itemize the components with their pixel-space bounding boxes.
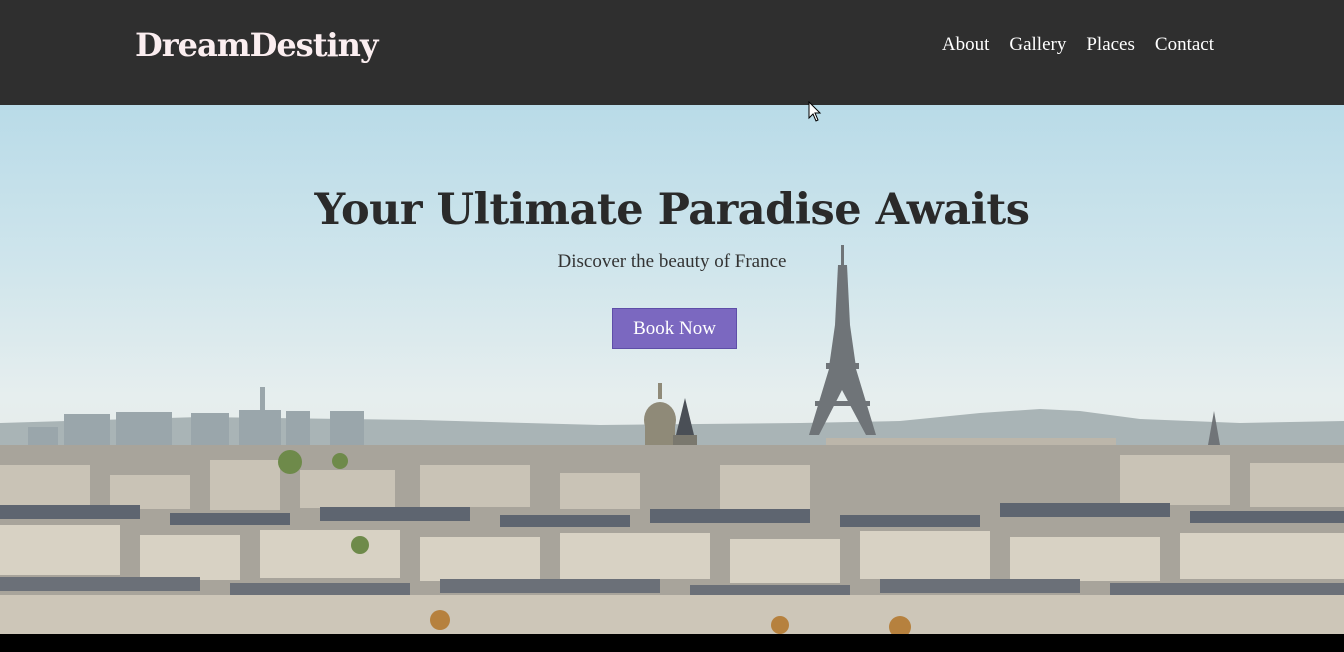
nav-about[interactable]: About: [942, 34, 990, 56]
eiffel-tower-illustration: [809, 245, 876, 435]
nav-gallery[interactable]: Gallery: [1009, 34, 1066, 56]
hero-title: Your Ultimate Paradise Awaits: [314, 185, 1030, 235]
cursor-icon: [808, 101, 822, 122]
nav-contact[interactable]: Contact: [1155, 34, 1214, 56]
book-now-button[interactable]: Book Now: [612, 308, 737, 349]
bottom-bar: [0, 634, 1344, 652]
hero-subtitle: Discover the beauty of France: [557, 251, 787, 272]
site-header: DreamDestiny About Gallery Places Contac…: [0, 0, 1344, 105]
site-logo[interactable]: DreamDestiny: [135, 26, 378, 64]
main-nav: About Gallery Places Contact: [942, 34, 1214, 56]
nav-places[interactable]: Places: [1086, 34, 1135, 56]
hero-section: Your Ultimate Paradise Awaits Discover t…: [0, 105, 1344, 634]
